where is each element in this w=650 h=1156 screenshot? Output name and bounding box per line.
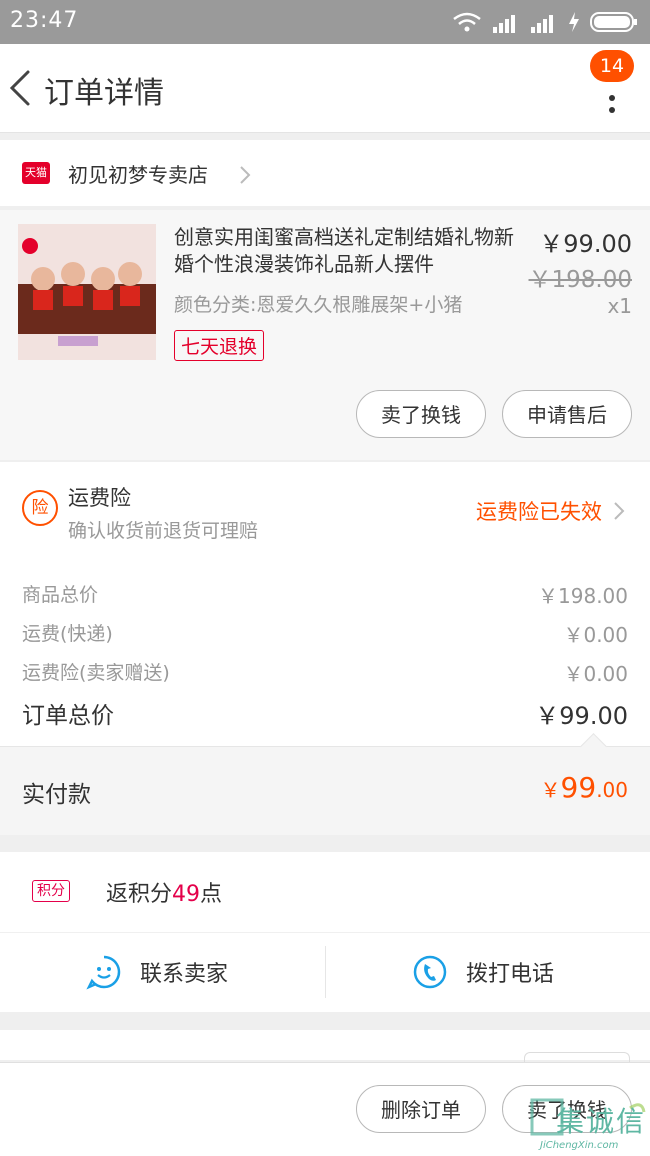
- paid-currency: ￥: [540, 778, 561, 802]
- product-title[interactable]: 创意实用闺蜜高档送礼定制结婚礼物新婚个性浪漫装饰礼品新人摆件: [174, 224, 524, 278]
- call-label: 拨打电话: [466, 962, 555, 987]
- divider: [325, 946, 326, 998]
- after-sale-button[interactable]: 申请售后: [502, 390, 632, 438]
- order-summary-card: 险 运费险 确认收货前退货可理赔 运费险已失效 商品总价 ￥198.00 运费(…: [0, 462, 650, 835]
- chevron-right-icon: [614, 502, 625, 520]
- points-suffix: 点: [200, 882, 223, 907]
- paid-label: 实付款: [22, 782, 91, 808]
- charging-icon: [569, 12, 579, 32]
- status-bar: 23:47: [0, 0, 650, 44]
- insurance-subtitle: 确认收货前退货可理赔: [68, 520, 259, 542]
- divider: [0, 932, 650, 933]
- delete-order-button[interactable]: 删除订单: [356, 1085, 486, 1133]
- contact-seller-label: 联系卖家: [140, 962, 229, 987]
- points-text: 返积分49点: [106, 876, 222, 908]
- summary-value: ￥0.00: [563, 623, 628, 647]
- pointer-arrow: [580, 733, 607, 760]
- product-original-price: ￥198.00: [528, 267, 632, 293]
- points-tag: 积分: [32, 880, 70, 902]
- paid-value: ￥99.00: [541, 771, 628, 804]
- return-policy-tag: 七天退换: [174, 330, 265, 361]
- signal-icon: [531, 15, 553, 33]
- summary-label: 商品总价: [22, 584, 99, 606]
- insurance-title: 运费险: [68, 486, 131, 510]
- call-button[interactable]: 拨打电话: [412, 952, 554, 992]
- wifi-icon: [453, 12, 481, 32]
- paid-decimal: .00: [596, 778, 628, 802]
- watermark-url: JiChengXin.com: [540, 1140, 619, 1151]
- product-photo: [18, 224, 156, 360]
- summary-label: 运费(快递): [22, 623, 113, 645]
- sell-button[interactable]: 卖了换钱: [356, 390, 486, 438]
- shop-header[interactable]: 天猫 初见初梦专卖店: [0, 140, 650, 206]
- product-card[interactable]: 创意实用闺蜜高档送礼定制结婚礼物新婚个性浪漫装饰礼品新人摆件 颜色分类:恩爱久久…: [0, 210, 650, 460]
- tmall-logo: 天猫: [22, 162, 50, 184]
- chevron-right-icon: [240, 166, 251, 184]
- nav-bar: 订单详情 14: [0, 44, 650, 133]
- insurance-status[interactable]: 运费险已失效: [476, 496, 602, 526]
- signal-icon: [493, 15, 515, 33]
- product-price: ￥99.00: [539, 230, 632, 258]
- chat-face-icon: [86, 955, 121, 990]
- partial-card: [0, 1030, 650, 1063]
- shop-name[interactable]: 初见初梦专卖店: [68, 159, 208, 188]
- summary-value: ￥198.00: [538, 584, 628, 608]
- status-time: 23:47: [10, 8, 79, 33]
- points-and-contact-card: 积分 返积分49点 联系卖家 拨打电话: [0, 852, 650, 1012]
- insurance-icon: 险: [22, 490, 58, 526]
- product-image[interactable]: [18, 224, 156, 360]
- product-quantity: x1: [607, 294, 632, 318]
- order-total-label: 订单总价: [22, 703, 114, 729]
- summary-value: ￥0.00: [563, 662, 628, 686]
- paid-amount-box: 实付款 ￥99.00: [0, 733, 650, 835]
- back-arrow-icon[interactable]: [6, 68, 36, 108]
- paid-integer: 99: [560, 771, 597, 804]
- points-prefix: 返积分: [106, 882, 173, 907]
- order-total-value: ￥99.00: [535, 702, 628, 730]
- points-value: 49: [172, 882, 201, 907]
- battery-icon: [590, 12, 637, 32]
- product-sku: 颜色分类:恩爱久久根雕展架+小猪: [174, 294, 463, 316]
- contact-seller-button[interactable]: 联系卖家: [86, 952, 228, 992]
- phone-icon: [413, 955, 447, 989]
- page-title: 订单详情: [44, 76, 164, 111]
- notification-badge: 14: [590, 50, 634, 82]
- watermark-text: 集诚信: [556, 1105, 647, 1138]
- summary-label: 运费险(卖家赠送): [22, 662, 170, 684]
- status-icons: [452, 10, 638, 34]
